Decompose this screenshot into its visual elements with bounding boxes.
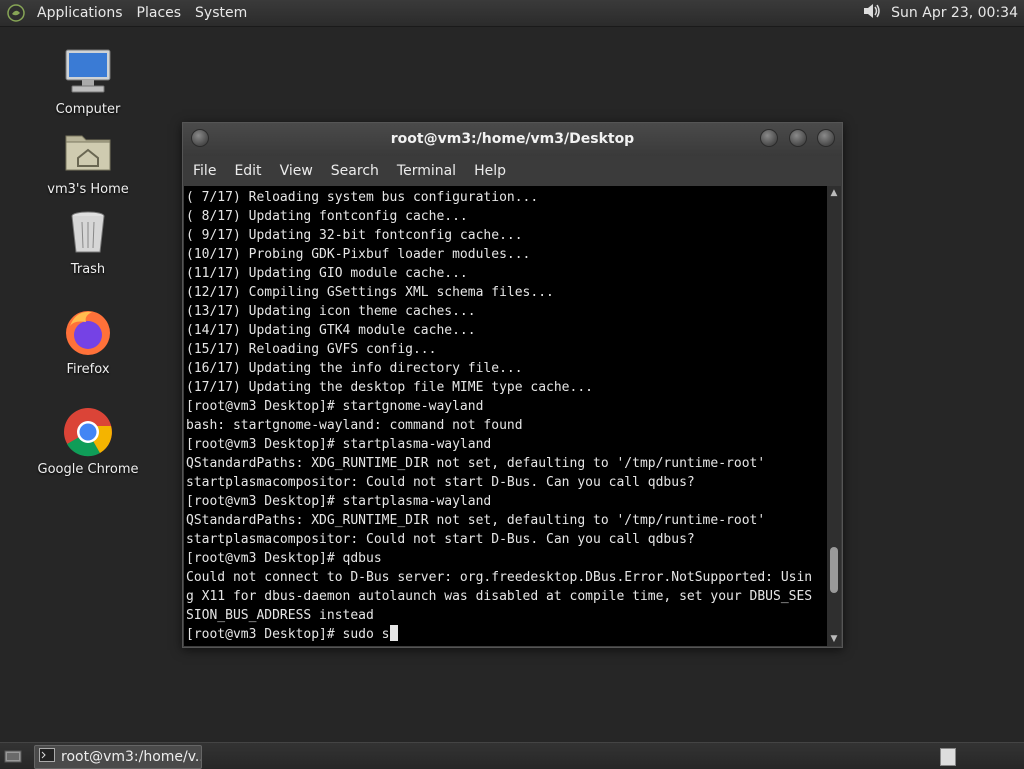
places-menu[interactable]: Places (130, 0, 189, 26)
desktop-icon-label: Google Chrome (37, 462, 139, 477)
taskbar-button-label: root@vm3:/home/v... (61, 749, 201, 765)
terminal-line: g X11 for dbus-daemon autolaunch was dis… (186, 589, 813, 604)
desktop-icon-chrome[interactable]: Google Chrome (28, 406, 148, 477)
terminal-output[interactable]: ( 7/17) Reloading system bus configurati… (184, 186, 827, 646)
terminal-line: (10/17) Probing GDK-Pixbuf loader module… (186, 247, 531, 262)
terminal-line: [root@vm3 Desktop]# qdbus (186, 551, 382, 566)
taskbar-terminal-button[interactable]: root@vm3:/home/v... (34, 745, 202, 769)
desktop-icon-trash[interactable]: Trash (28, 206, 148, 277)
desktop-icon-firefox[interactable]: Firefox (28, 306, 148, 377)
menu-terminal[interactable]: Terminal (389, 156, 464, 186)
desktop-icon-label: Trash (70, 262, 106, 277)
desktop-icon-label: vm3's Home (47, 182, 129, 197)
menu-edit[interactable]: Edit (226, 156, 269, 186)
terminal-line: ( 7/17) Reloading system bus configurati… (186, 190, 539, 205)
applications-menu[interactable]: Applications (30, 0, 130, 26)
home-folder-icon (62, 126, 114, 178)
prompt-text: [root@vm3 Desktop]# sudo s (186, 627, 390, 642)
volume-icon[interactable] (861, 1, 883, 25)
mate-logo-icon[interactable] (6, 3, 26, 23)
terminal-line: [root@vm3 Desktop]# startgnome-wayland (186, 399, 484, 414)
scroll-down-arrow-icon[interactable]: ▼ (829, 634, 839, 644)
terminal-line: (11/17) Updating GIO module cache... (186, 266, 468, 281)
terminal-line: (16/17) Updating the info directory file… (186, 361, 523, 376)
terminal-line: [root@vm3 Desktop]# startplasma-wayland (186, 494, 492, 509)
text-cursor (389, 625, 398, 641)
terminal-line: (15/17) Reloading GVFS config... (186, 342, 437, 357)
window-titlebar[interactable]: root@vm3:/home/vm3/Desktop (183, 123, 842, 156)
terminal-line: QStandardPaths: XDG_RUNTIME_DIR not set,… (186, 456, 766, 471)
desktop-icon-computer[interactable]: Computer (28, 46, 148, 117)
terminal-line: ( 9/17) Updating 32-bit fontconfig cache… (186, 228, 523, 243)
firefox-icon (62, 306, 114, 358)
menu-search[interactable]: Search (323, 156, 387, 186)
desktop-icon-label: Computer (55, 102, 121, 117)
terminal-line: Could not connect to D-Bus server: org.f… (186, 570, 813, 585)
terminal-scrollbar[interactable]: ▲ ▼ (827, 186, 841, 646)
trash-icon (62, 206, 114, 258)
scroll-up-arrow-icon[interactable]: ▲ (829, 188, 839, 198)
menu-help[interactable]: Help (466, 156, 514, 186)
bottom-panel: root@vm3:/home/v... (0, 742, 1024, 769)
workspace-switcher-icon[interactable] (940, 748, 956, 766)
terminal-line: (17/17) Updating the desktop file MIME t… (186, 380, 593, 395)
terminal-line: [root@vm3 Desktop]# startplasma-wayland (186, 437, 492, 452)
scrollbar-thumb[interactable] (830, 547, 838, 593)
window-title: root@vm3:/home/vm3/Desktop (390, 131, 635, 147)
terminal-line: startplasmacompositor: Could not start D… (186, 532, 695, 547)
desktop-icon-label: Firefox (66, 362, 110, 377)
clock[interactable]: Sun Apr 23, 00:34 (883, 5, 1020, 21)
menu-view[interactable]: View (272, 156, 321, 186)
terminal-icon (39, 748, 55, 766)
terminal-line: QStandardPaths: XDG_RUNTIME_DIR not set,… (186, 513, 766, 528)
terminal-line: (12/17) Compiling GSettings XML schema f… (186, 285, 554, 300)
menu-file[interactable]: File (185, 156, 224, 186)
terminal-menubar: File Edit View Search Terminal Help (183, 156, 842, 186)
show-desktop-icon[interactable] (4, 747, 22, 765)
terminal-prompt-line[interactable]: [root@vm3 Desktop]# sudo s (186, 625, 827, 644)
terminal-line: startplasmacompositor: Could not start D… (186, 475, 695, 490)
close-button[interactable] (817, 129, 835, 147)
top-panel: Applications Places System Sun Apr 23, 0… (0, 0, 1024, 27)
system-menu[interactable]: System (188, 0, 254, 26)
terminal-line: ( 8/17) Updating fontconfig cache... (186, 209, 468, 224)
chrome-icon (62, 406, 114, 458)
terminal-line: SION_BUS_ADDRESS instead (186, 608, 374, 623)
terminal-line: (14/17) Updating GTK4 module cache... (186, 323, 476, 338)
terminal-line: (13/17) Updating icon theme caches... (186, 304, 476, 319)
minimize-button[interactable] (760, 129, 778, 147)
computer-icon (62, 46, 114, 98)
desktop-icon-home[interactable]: vm3's Home (28, 126, 148, 197)
terminal-window: root@vm3:/home/vm3/Desktop File Edit Vie… (182, 122, 843, 648)
maximize-button[interactable] (789, 129, 807, 147)
terminal-line: bash: startgnome-wayland: command not fo… (186, 418, 523, 433)
